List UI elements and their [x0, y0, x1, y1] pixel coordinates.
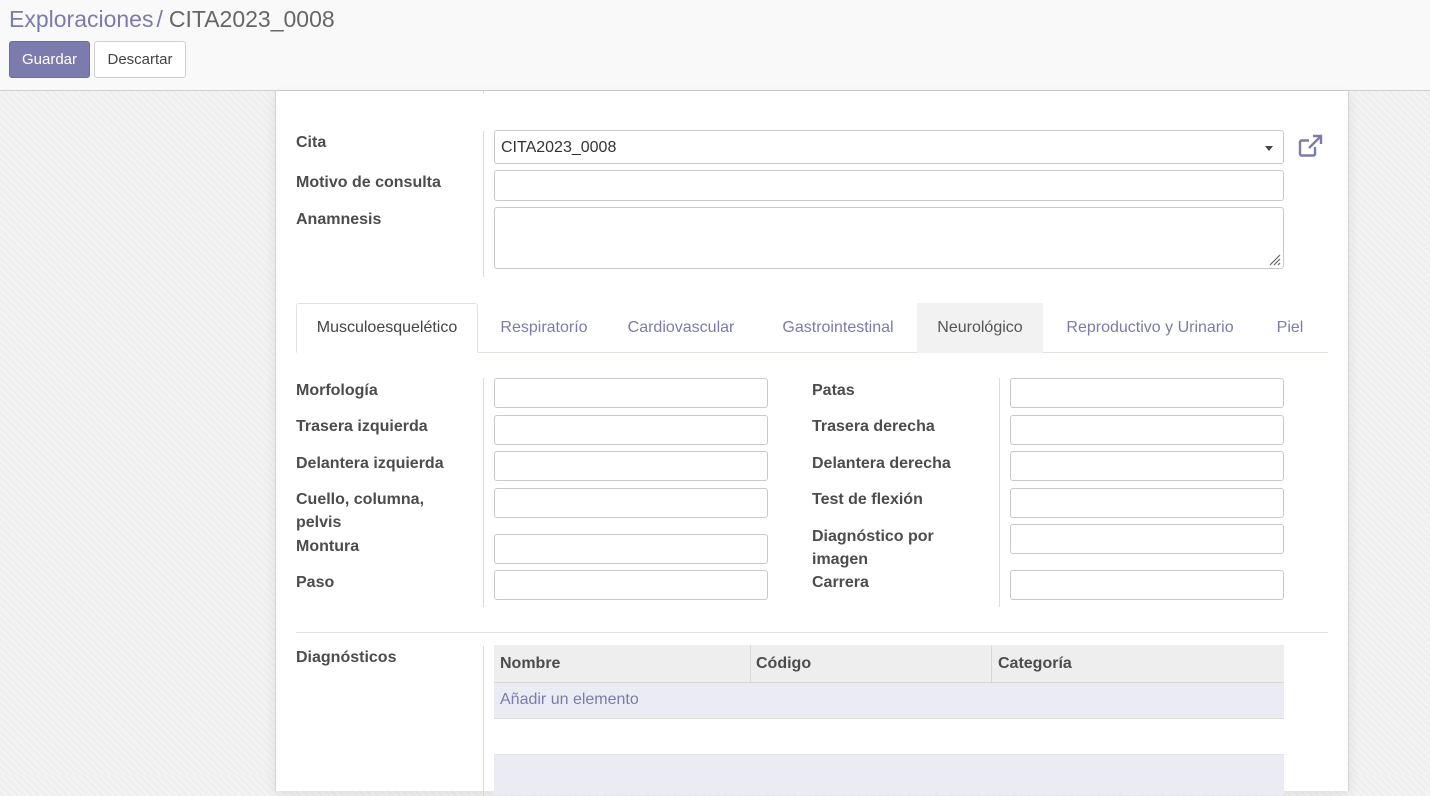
control-panel: Exploraciones / CITA2023_0008 Guardar Desc…	[0, 0, 1430, 91]
morfologia-input[interactable]	[494, 378, 768, 408]
cita-select[interactable]: CITA2023_0008	[494, 130, 1284, 164]
divider	[483, 131, 484, 277]
motivo-label: Motivo de consulta	[296, 174, 441, 191]
form-sheet: Cita Motivo de consulta Anamnesis CITA20…	[275, 91, 1349, 796]
test-flexion-label: Test de flexión	[812, 491, 923, 508]
test-flexion-input[interactable]	[1010, 488, 1284, 518]
table-row	[494, 755, 1284, 795]
tab-piel[interactable]: Piel	[1257, 303, 1323, 353]
carrera-label: Carrera	[812, 574, 869, 591]
table-row	[494, 719, 1284, 755]
diagnostico-imagen-input[interactable]	[1010, 524, 1284, 554]
cuello-columna-pelvis-label: Cuello, columna, pelvis	[296, 491, 425, 531]
divider	[483, 91, 484, 94]
patas-label: Patas	[812, 382, 855, 399]
cita-label: Cita	[296, 134, 327, 151]
tab-reproductivo-urinario[interactable]: Reproductivo y Urinario	[1043, 303, 1257, 353]
paso-input[interactable]	[494, 570, 768, 600]
diagnostico-imagen-label: Diagnóstico por imagen	[812, 528, 934, 568]
divider	[483, 646, 484, 796]
diagnosticos-label: Diagnósticos	[296, 649, 397, 666]
delantera-izquierda-input[interactable]	[494, 451, 768, 481]
breadcrumb-parent-link[interactable]: Exploraciones	[9, 6, 153, 32]
discard-button[interactable]: Descartar	[94, 41, 186, 78]
cita-value: CITA2023_0008	[501, 139, 617, 156]
resize-grip-icon[interactable]	[1267, 252, 1281, 266]
anamnesis-textarea[interactable]	[494, 207, 1284, 269]
breadcrumb-current: CITA2023_0008	[168, 6, 335, 32]
trasera-derecha-label: Trasera derecha	[812, 418, 935, 435]
tab-neurologico[interactable]: Neurológico	[917, 303, 1043, 353]
save-button[interactable]: Guardar	[9, 41, 90, 78]
column-header-nombre[interactable]: Nombre	[494, 645, 750, 682]
caret-down-icon	[1265, 146, 1273, 151]
trasera-derecha-input[interactable]	[1010, 415, 1284, 445]
tab-respiratorio[interactable]: Respiratorío	[478, 303, 610, 353]
tab-cardiovascular[interactable]: Cardiovascular	[610, 303, 752, 353]
tab-gastrointestinal[interactable]: Gastrointestinal	[752, 303, 924, 353]
column-header-categoria[interactable]: Categoría	[992, 645, 1284, 682]
breadcrumb: Exploraciones / CITA2023_0008	[9, 5, 335, 33]
breadcrumb-separator: /	[156, 6, 163, 32]
divider	[483, 378, 484, 607]
motivo-input[interactable]	[494, 170, 1284, 201]
add-line-link[interactable]: Añadir un elemento	[500, 691, 639, 709]
trasera-izquierda-input[interactable]	[494, 415, 768, 445]
diagnosticos-table-header: Nombre Código Categoría	[494, 645, 1284, 683]
divider	[999, 378, 1000, 607]
patas-input[interactable]	[1010, 378, 1284, 408]
delantera-izquierda-label: Delantera izquierda	[296, 455, 444, 472]
column-header-codigo[interactable]: Código	[750, 645, 992, 682]
delantera-derecha-input[interactable]	[1010, 451, 1284, 481]
paso-label: Paso	[296, 574, 335, 591]
table-row: Añadir un elemento	[494, 683, 1284, 719]
tab-musculoesqueletico[interactable]: Musculoesquelético	[296, 303, 478, 353]
carrera-input[interactable]	[1010, 570, 1284, 600]
morfologia-label: Morfología	[296, 382, 378, 399]
cuello-columna-pelvis-input[interactable]	[494, 488, 768, 518]
delantera-derecha-label: Delantera derecha	[812, 455, 951, 472]
anamnesis-label: Anamnesis	[296, 211, 382, 228]
section-separator	[296, 632, 1328, 633]
external-link-icon[interactable]	[1298, 134, 1324, 158]
trasera-izquierda-label: Trasera izquierda	[296, 418, 428, 435]
montura-label: Montura	[296, 538, 360, 555]
montura-input[interactable]	[494, 534, 768, 564]
